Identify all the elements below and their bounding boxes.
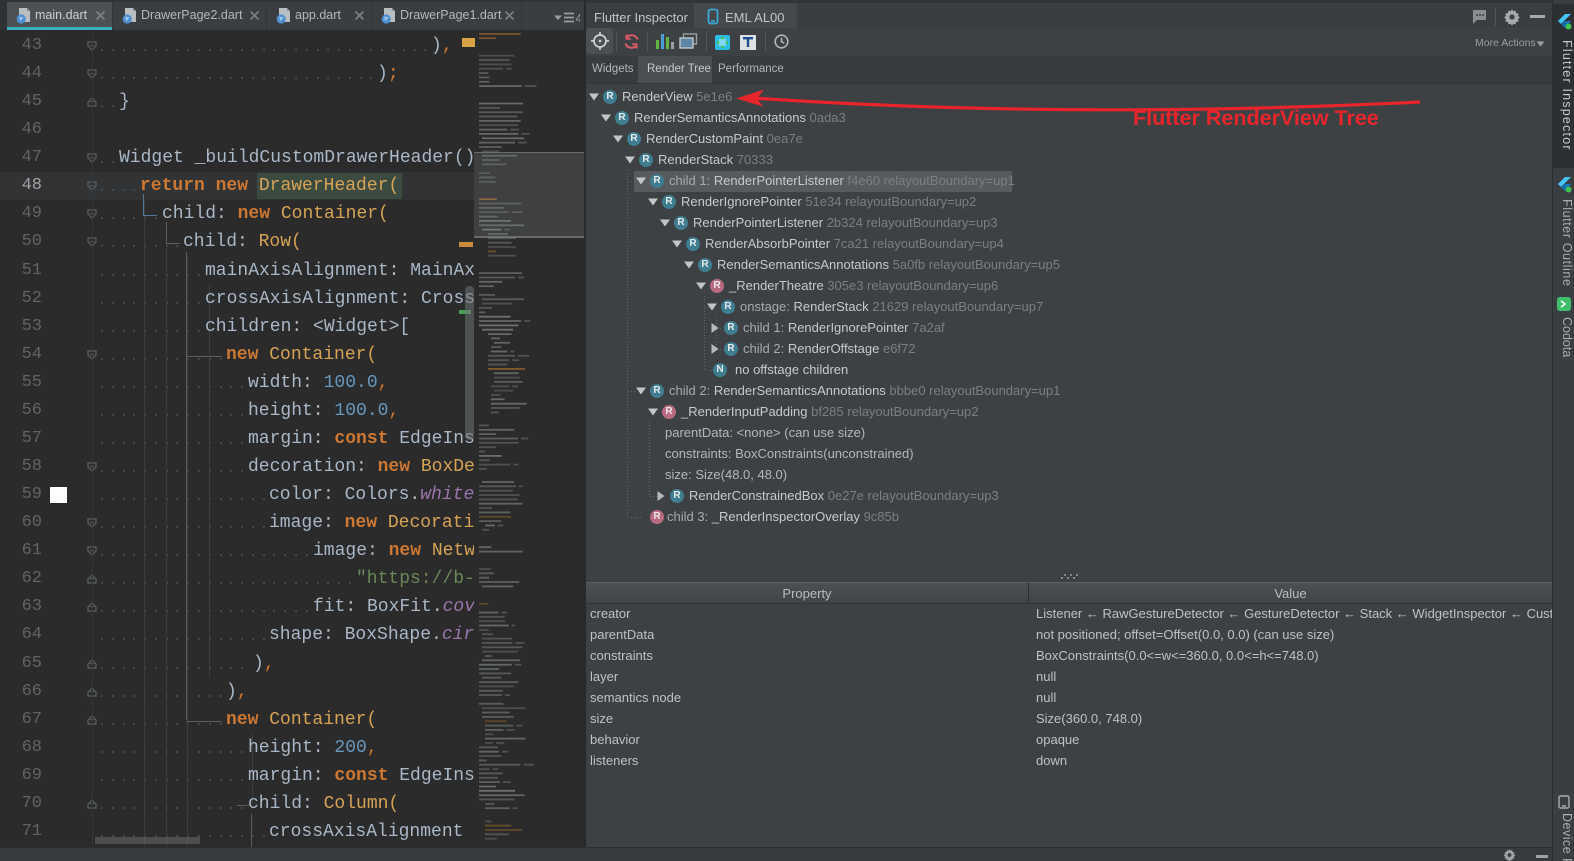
svg-text:4: 4 (576, 12, 581, 25)
